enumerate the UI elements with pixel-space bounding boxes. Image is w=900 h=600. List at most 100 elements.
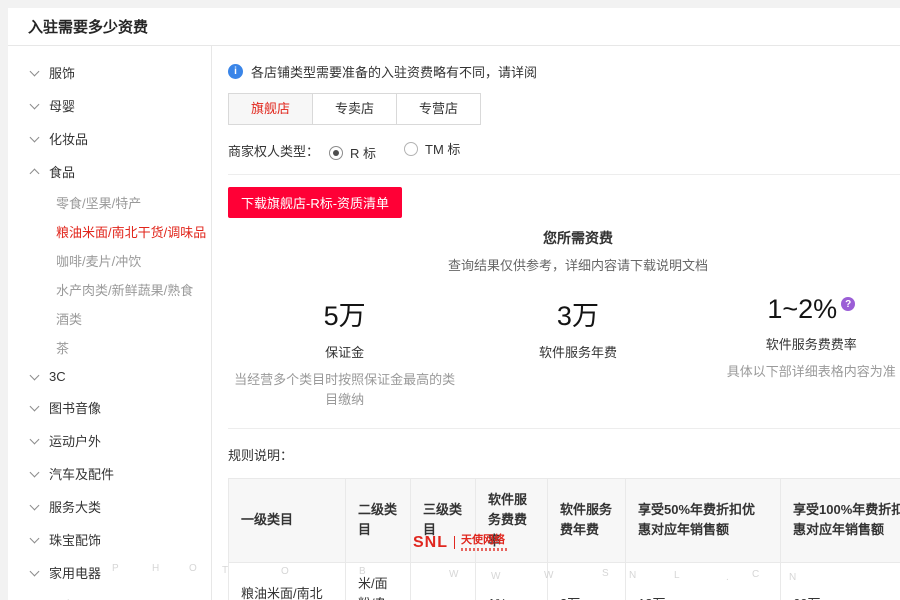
owner-type-options: R 标 TM 标 — [329, 139, 488, 162]
sidebar-subitem-酒类[interactable]: 酒类 — [8, 304, 211, 333]
radio-icon — [404, 142, 418, 156]
sidebar-item-label: 居家日用 — [49, 596, 101, 600]
page-title: 入驻需要多少资费 — [8, 8, 900, 46]
tab-专卖店[interactable]: 专卖店 — [312, 94, 396, 124]
table-header-cell: 享受50%年费折扣优惠对应年销售额 — [626, 479, 781, 562]
divider — [228, 428, 900, 429]
sidebar-item-化妆品[interactable]: 化妆品 — [8, 122, 211, 155]
watermark-letter: H — [152, 563, 159, 574]
sidebar-item-3C[interactable]: 3C — [8, 362, 211, 391]
sidebar-subitem-茶[interactable]: 茶 — [8, 333, 211, 362]
radio-TM 标[interactable]: TM 标 — [404, 139, 460, 158]
table-cell — [411, 562, 476, 600]
watermark-letter: T — [222, 565, 228, 576]
body-row: 服饰母婴化妆品食品零食/坚果/特产粮油米面/南北干货/调味品咖啡/麦片/冲饮水产… — [8, 46, 900, 600]
notice-text: 各店铺类型需要准备的入驻资费略有不同，请详阅 — [251, 62, 537, 81]
watermark-letter: W — [544, 570, 553, 581]
sidebar-item-label: 服务大类 — [49, 497, 101, 516]
fee-value-row: 1~2%? — [695, 294, 900, 325]
sidebar-item-服饰[interactable]: 服饰 — [8, 56, 211, 89]
watermark-letter: W — [491, 571, 500, 582]
chevron-down-icon — [30, 101, 40, 111]
watermark-letter: W — [449, 569, 458, 580]
sidebar-item-珠宝配饰[interactable]: 珠宝配饰 — [8, 523, 211, 556]
sidebar-item-服务大类[interactable]: 服务大类 — [8, 490, 211, 523]
fee-value: 1~2% — [767, 294, 837, 325]
fee-item-软件服务费费率: 1~2%?软件服务费费率具体以下部详细表格内容为准 — [695, 294, 900, 410]
download-qualification-button[interactable]: 下载旗舰店-R标-资质清单 — [228, 187, 402, 218]
table-cell: 米/面粉/杂粮 — [346, 562, 411, 600]
sidebar-item-label: 化妆品 — [49, 129, 88, 148]
table-header-cell: 享受100%年费折扣优惠对应年销售额 — [781, 479, 900, 562]
sidebar-item-label: 家用电器 — [49, 563, 101, 582]
content-area: i 各店铺类型需要准备的入驻资费略有不同，请详阅 旗舰店专卖店专营店 商家权人类… — [212, 46, 900, 600]
fees-title: 您所需资费 — [228, 228, 900, 248]
fee-label: 软件服务年费 — [461, 342, 694, 361]
chevron-down-icon — [30, 568, 40, 578]
sidebar-item-label: 服饰 — [49, 63, 75, 82]
table-header-cell: 一级类目 — [229, 479, 346, 562]
table-cell: 3万 — [548, 562, 626, 600]
watermark-letter: L — [674, 570, 680, 581]
watermark-letter: O — [281, 566, 289, 577]
sidebar-item-居家日用[interactable]: 居家日用 — [8, 589, 211, 600]
radio-label: TM 标 — [425, 139, 460, 158]
watermark-letter: . — [726, 572, 729, 583]
chevron-down-icon — [30, 403, 40, 413]
fee-value-row: 5万 — [228, 294, 461, 333]
table-header-cell: 二级类目 — [346, 479, 411, 562]
fee-item-保证金: 5万保证金当经营多个类目时按照保证金最高的类目缴纳 — [228, 294, 461, 410]
sidebar: 服饰母婴化妆品食品零食/坚果/特产粮油米面/南北干货/调味品咖啡/麦片/冲饮水产… — [8, 46, 212, 600]
sidebar-item-label: 珠宝配饰 — [49, 530, 101, 549]
fee-value: 3万 — [557, 294, 599, 333]
watermark-logo: SNL 天使网络 — [413, 535, 507, 551]
radio-label: R 标 — [350, 143, 376, 162]
fees-subtitle: 查询结果仅供参考，详细内容请下载说明文档 — [228, 255, 900, 274]
sidebar-item-label: 母婴 — [49, 96, 75, 115]
rules-title: 规则说明： — [228, 445, 900, 464]
sidebar-item-汽车及配件[interactable]: 汽车及配件 — [8, 457, 211, 490]
sidebar-item-家用电器[interactable]: 家用电器 — [8, 556, 211, 589]
watermark-logo-text: SNL — [413, 535, 448, 551]
table-cell: 60万 — [781, 562, 900, 600]
fee-item-软件服务年费: 3万软件服务年费 — [461, 294, 694, 410]
watermark-letter: S — [602, 568, 609, 579]
sidebar-item-label: 汽车及配件 — [49, 464, 114, 483]
main-panel: 入驻需要多少资费 服饰母婴化妆品食品零食/坚果/特产粮油米面/南北干货/调味品咖… — [8, 8, 900, 600]
chevron-down-icon — [30, 469, 40, 479]
sidebar-subitem-零食/坚果/特产[interactable]: 零食/坚果/特产 — [8, 188, 211, 217]
sidebar-item-母婴[interactable]: 母婴 — [8, 89, 211, 122]
radio-R 标[interactable]: R 标 — [329, 143, 376, 162]
chevron-down-icon — [30, 372, 40, 382]
info-icon: i — [228, 64, 243, 79]
sidebar-subitem-水产肉类/新鲜蔬果/熟食[interactable]: 水产肉类/新鲜蔬果/熟食 — [8, 275, 211, 304]
sidebar-item-运动户外[interactable]: 运动户外 — [8, 424, 211, 457]
chevron-down-icon — [30, 436, 40, 446]
fee-value: 5万 — [324, 294, 366, 333]
table-body: 粮油米面/南北干货/调味品米/面粉/杂粮1%3万18万60万食用油/调味油蚝油2… — [229, 562, 900, 600]
chevron-down-icon — [30, 502, 40, 512]
rules-table: 一级类目二级类目三级类目软件服务费费率软件服务费年费享受50%年费折扣优惠对应年… — [228, 478, 900, 600]
watermark-name: 天使网络 — [461, 535, 507, 546]
sidebar-item-label: 运动户外 — [49, 431, 101, 450]
fees-row: 5万保证金当经营多个类目时按照保证金最高的类目缴纳3万软件服务年费1~2%?软件… — [228, 294, 900, 410]
watermark-letter: B — [359, 566, 366, 577]
table-cell: 1% — [476, 562, 548, 600]
sidebar-subitem-咖啡/麦片/冲饮[interactable]: 咖啡/麦片/冲饮 — [8, 246, 211, 275]
sidebar-item-图书音像[interactable]: 图书音像 — [8, 391, 211, 424]
owner-type-label: 商家权人类型： — [228, 141, 319, 160]
tab-旗舰店[interactable]: 旗舰店 — [229, 94, 312, 124]
fee-note: 具体以下部详细表格内容为准 — [695, 362, 900, 382]
tab-专营店[interactable]: 专营店 — [396, 94, 480, 124]
watermark-letter: N — [629, 570, 636, 581]
fee-note: 当经营多个类目时按照保证金最高的类目缴纳 — [228, 370, 461, 410]
sidebar-subitem-粮油米面/南北干货/调味品[interactable]: 粮油米面/南北干货/调味品 — [8, 217, 211, 246]
watermark-divider — [454, 536, 455, 549]
help-icon[interactable]: ? — [841, 297, 855, 311]
watermark-letter: C — [752, 569, 759, 580]
fee-label: 保证金 — [228, 342, 461, 361]
sidebar-item-食品[interactable]: 食品 — [8, 155, 211, 188]
watermark-letter: P — [112, 563, 119, 574]
watermark-letter: O — [189, 563, 197, 574]
chevron-down-icon — [30, 134, 40, 144]
